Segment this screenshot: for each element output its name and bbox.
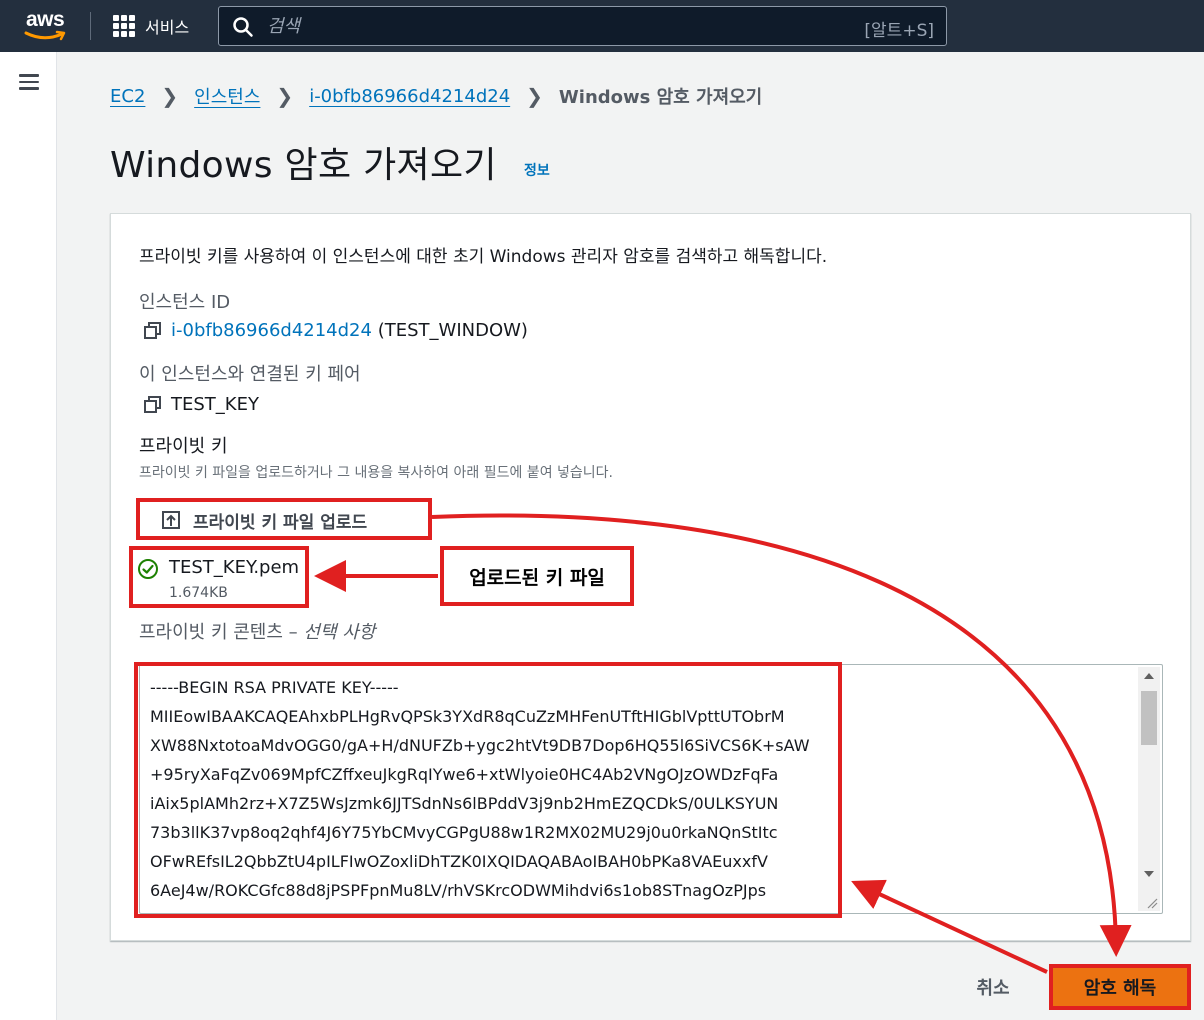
instance-id-link[interactable]: i-0bfb86966d4214d24 xyxy=(171,320,372,341)
key-pair-label: 이 인스턴스와 연결된 키 페어 xyxy=(139,364,361,385)
menu-toggle-icon[interactable] xyxy=(19,74,39,90)
key-content-line: iAix5plAMh2rz+X7Z5WsJzmk6JJTSdnNs6lBPddV… xyxy=(150,794,779,813)
aws-logo-text: aws xyxy=(26,8,65,31)
search-shortcut-hint: [알트+S] xyxy=(864,21,934,41)
side-navigation-rail xyxy=(0,52,57,1020)
copy-icon[interactable] xyxy=(143,321,163,341)
optional-tag: 선택 사항 xyxy=(303,622,376,643)
panel-description: 프라이빗 키를 사용하여 이 인스턴스에 대한 초기 Windows 관리자 암… xyxy=(139,247,828,267)
resize-handle-icon[interactable] xyxy=(1146,897,1158,909)
key-pair-value: TEST_KEY xyxy=(143,394,259,415)
services-grid-icon xyxy=(113,15,135,37)
services-menu-button[interactable]: 서비스 xyxy=(113,14,189,38)
textarea-scrollbar[interactable] xyxy=(1138,667,1160,911)
search-input[interactable] xyxy=(267,13,827,39)
private-key-hint: 프라이빗 키 파일을 업로드하거나 그 내용을 복사하여 아래 필드에 붙여 넣… xyxy=(139,465,613,481)
chevron-right-icon: ❯ xyxy=(526,84,543,108)
instance-id-value: i-0bfb86966d4214d24 (TEST_WINDOW) xyxy=(143,320,528,341)
key-pair-name: TEST_KEY xyxy=(171,394,259,415)
success-check-icon xyxy=(138,559,158,579)
page-title: Windows 암호 가져오기 xyxy=(110,145,497,186)
instance-name: (TEST_WINDOW) xyxy=(377,320,528,341)
decrypt-password-button[interactable]: 암호 해독 xyxy=(1053,968,1187,1006)
private-key-content-label: 프라이빗 키 콘텐츠 – 선택 사항 xyxy=(139,622,376,643)
scroll-thumb[interactable] xyxy=(1141,691,1157,745)
key-content-line: 6AeJ4w/ROKCGfc88d8jPSPFpnMu8LV/rhVSKrcOD… xyxy=(150,881,767,900)
private-key-label: 프라이빗 키 xyxy=(139,436,228,457)
breadcrumb-ec2[interactable]: EC2 xyxy=(110,86,145,107)
aws-smile-icon xyxy=(24,30,66,41)
key-content-line: +95ryXaFqZv069MpfCZffxeuJkgRqIYwe6+xtWly… xyxy=(150,765,779,784)
breadcrumb-current: Windows 암호 가져오기 xyxy=(558,87,763,108)
uploaded-file-token: TEST_KEY.pem 1.674KB xyxy=(137,554,309,614)
upload-button-label: 프라이빗 키 파일 업로드 xyxy=(193,512,368,533)
breadcrumb: EC2 ❯ 인스턴스 ❯ i-0bfb86966d4214d24 ❯ Windo… xyxy=(110,82,762,110)
nav-divider xyxy=(90,12,91,40)
key-content-line: MIIEowIBAAKCAQEAhxbPLHgRvQPSk3YXdR8qCuZz… xyxy=(150,707,785,726)
scroll-up-icon[interactable] xyxy=(1144,673,1154,679)
breadcrumb-instances[interactable]: 인스턴스 xyxy=(194,83,260,109)
copy-icon[interactable] xyxy=(143,395,163,415)
services-label: 서비스 xyxy=(145,18,190,37)
get-password-panel: 프라이빗 키를 사용하여 이 인스턴스에 대한 초기 Windows 관리자 암… xyxy=(110,213,1191,941)
key-content-line: OFwREfsIL2QbbZtU4pILFIwOZoxliDhTZK0IXQID… xyxy=(150,852,768,871)
scroll-down-icon[interactable] xyxy=(1144,871,1154,877)
top-navigation: aws 서비스 [알트+S] xyxy=(0,0,1204,52)
key-content-line: 73b3llK37vp8oq2qhf4J6Y75YbCMvyCGPgU88w1R… xyxy=(150,823,778,842)
uploaded-file-name: TEST_KEY.pem xyxy=(169,557,300,578)
instance-id-label: 인스턴스 ID xyxy=(139,292,231,313)
search-icon xyxy=(233,17,253,37)
cancel-button[interactable]: 취소 xyxy=(962,972,1024,1002)
private-key-content[interactable]: -----BEGIN RSA PRIVATE KEY----- MIIEowIBA… xyxy=(150,673,1140,909)
chevron-right-icon: ❯ xyxy=(276,84,294,108)
aws-logo[interactable]: aws xyxy=(22,8,72,42)
annotation-callout: 업로드된 키 파일 xyxy=(440,546,634,606)
upload-icon xyxy=(162,511,180,529)
private-key-textarea[interactable]: -----BEGIN RSA PRIVATE KEY----- MIIEowIBA… xyxy=(139,664,1163,914)
key-content-line: XW88NxtotoaMdvOGG0/gA+H/dNUFZb+ygc2htVt9… xyxy=(150,736,810,755)
key-content-line: -----BEGIN RSA PRIVATE KEY----- xyxy=(150,678,399,697)
upload-private-key-button[interactable]: 프라이빗 키 파일 업로드 xyxy=(139,502,431,538)
global-search[interactable]: [알트+S] xyxy=(218,6,947,46)
info-link[interactable]: 정보 xyxy=(524,160,550,180)
breadcrumb-instance-id[interactable]: i-0bfb86966d4214d24 xyxy=(309,86,510,107)
chevron-right-icon: ❯ xyxy=(161,84,179,108)
uploaded-file-size: 1.674KB xyxy=(169,585,228,601)
